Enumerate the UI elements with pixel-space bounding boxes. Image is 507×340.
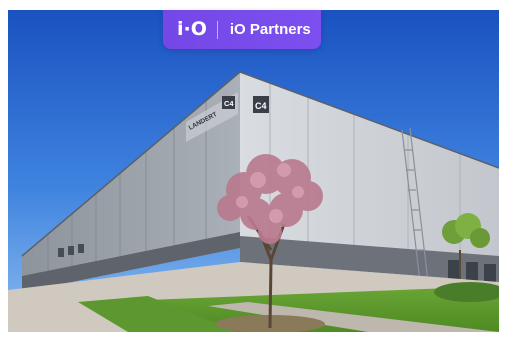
unit-sign-text-side: C4 <box>224 99 234 108</box>
io-logo: i·O <box>177 18 207 40</box>
warehouse-scene: LANDERT C4 C4 <box>8 10 499 332</box>
unit-sign-text-front: C4 <box>255 101 267 111</box>
io-partners-badge: i·O iO Partners <box>163 10 321 49</box>
badge-divider <box>216 20 218 39</box>
warehouse-photo: LANDERT C4 C4 <box>8 10 499 332</box>
badge-company-name: iO Partners <box>229 21 311 38</box>
